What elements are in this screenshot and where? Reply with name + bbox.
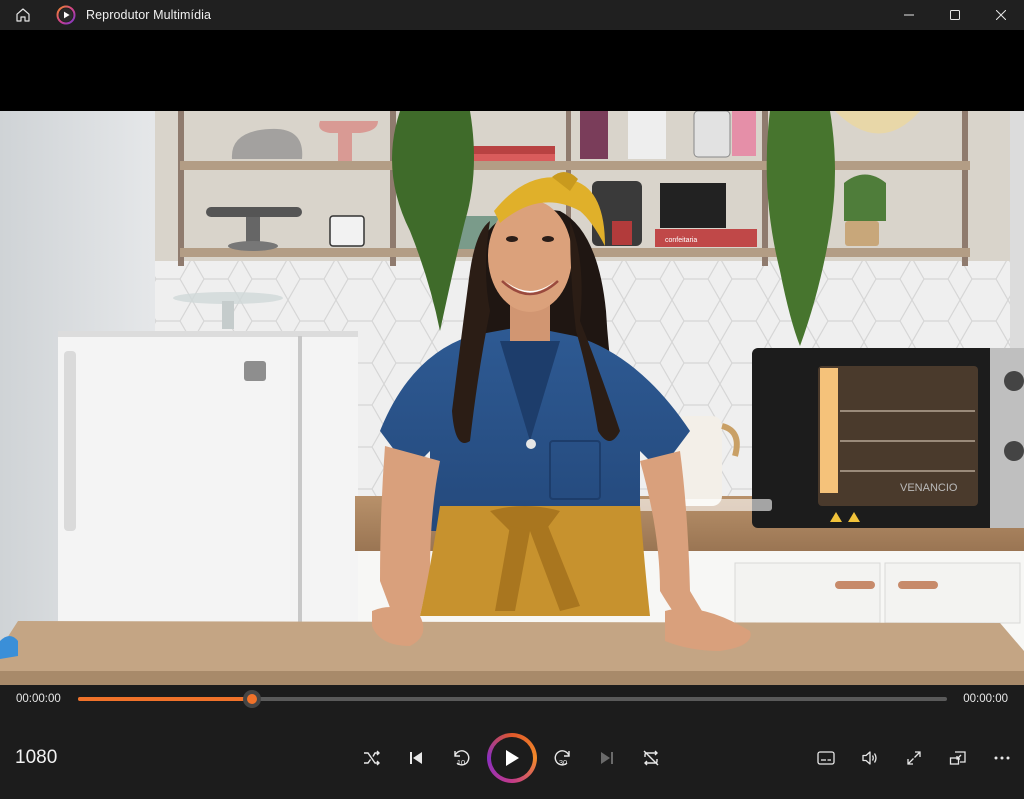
volume-icon (862, 751, 877, 765)
home-icon (16, 8, 30, 22)
seek-bar[interactable] (78, 690, 947, 708)
volume-button[interactable] (852, 740, 888, 776)
control-bar: 00:00:00 00:00:00 1080 10 30 (0, 685, 1024, 799)
forward-30-button[interactable]: 30 (545, 740, 581, 776)
media-player-logo-icon (56, 5, 76, 25)
total-time: 00:00:00 (963, 693, 1008, 705)
maximize-icon (950, 10, 960, 20)
captions-icon (817, 751, 835, 765)
minimize-button[interactable] (886, 0, 932, 30)
close-button[interactable] (978, 0, 1024, 30)
seek-thumb[interactable] (243, 690, 261, 708)
repeat-button[interactable] (633, 740, 669, 776)
captions-button[interactable] (808, 740, 844, 776)
play-button-inner (491, 737, 533, 779)
title-bar: Reprodutor Multimídia (0, 0, 1024, 30)
rewind-10-icon: 10 (454, 750, 470, 767)
play-button[interactable] (487, 733, 537, 783)
previous-icon (410, 752, 422, 764)
svg-text:30: 30 (559, 758, 567, 767)
home-button[interactable] (0, 0, 46, 30)
rewind-10-button[interactable]: 10 (443, 740, 479, 776)
svg-text:10: 10 (457, 758, 465, 767)
seek-progress (78, 697, 252, 701)
shuffle-button[interactable] (354, 740, 390, 776)
more-options-button[interactable] (984, 740, 1020, 776)
forward-30-icon: 30 (554, 750, 570, 767)
minimize-icon (904, 14, 914, 16)
next-icon (601, 752, 613, 764)
current-time: 00:00:00 (16, 693, 61, 705)
repeat-off-icon (643, 750, 659, 766)
fullscreen-button[interactable] (896, 740, 932, 776)
book-label-text: confeitaria (665, 237, 697, 244)
oven-brand-text: VENANCIO (900, 482, 958, 494)
video-stage[interactable]: VENANCIO confeitaria (0, 30, 1024, 685)
miniplayer-button[interactable] (940, 740, 976, 776)
close-icon (996, 10, 1006, 20)
shuffle-icon (364, 750, 380, 766)
previous-button[interactable] (398, 740, 434, 776)
maximize-button[interactable] (932, 0, 978, 30)
more-icon (994, 756, 1010, 760)
fullscreen-icon (907, 751, 921, 765)
quality-label: 1080 (15, 747, 58, 768)
video-frame[interactable]: VENANCIO confeitaria (0, 111, 1024, 685)
miniplayer-icon (949, 751, 966, 765)
play-icon (506, 750, 519, 766)
window-title: Reprodutor Multimídia (86, 8, 212, 22)
next-button[interactable] (589, 740, 625, 776)
